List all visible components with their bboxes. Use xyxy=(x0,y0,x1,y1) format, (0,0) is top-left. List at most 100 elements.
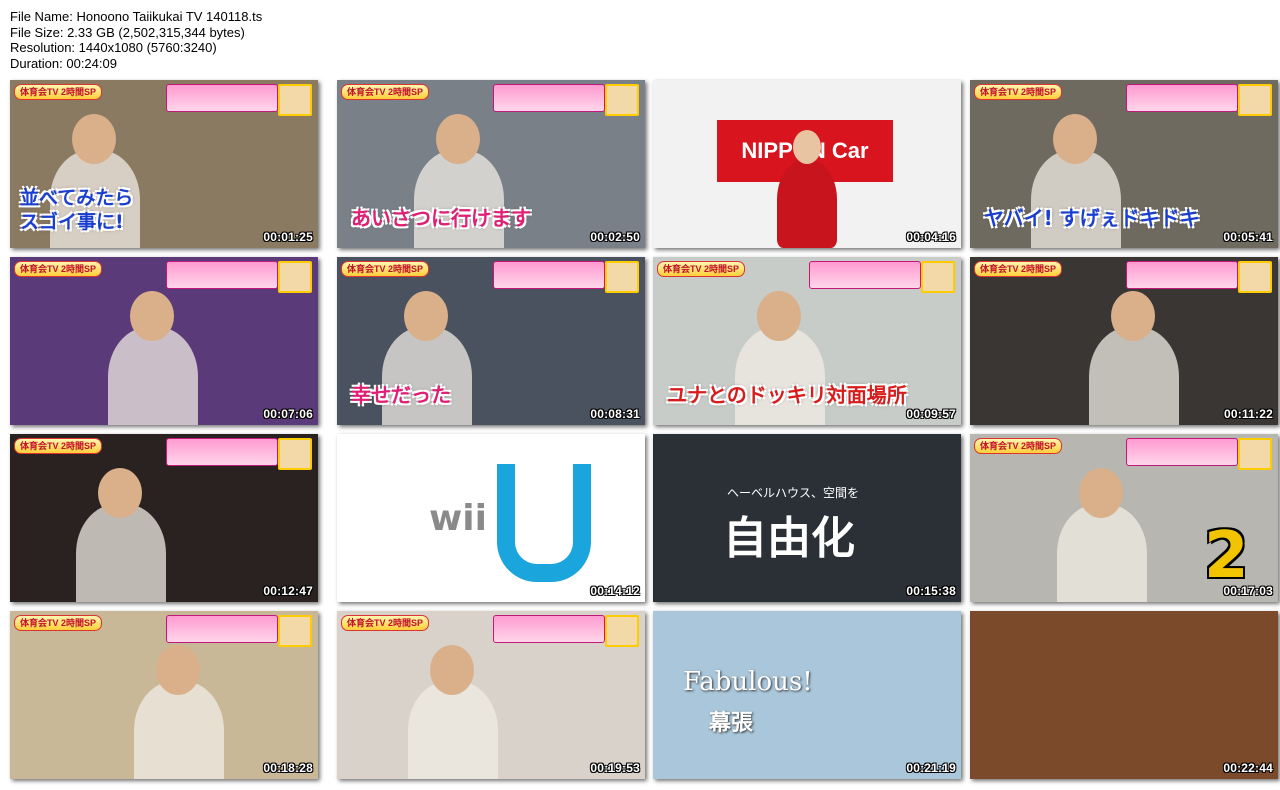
thumbnail-timestamp: 00:01:25 xyxy=(263,230,313,244)
video-thumbnail[interactable]: 体育会TV 2時間SP 00:07:06 xyxy=(10,257,318,425)
thumbnail-timestamp: 00:02:50 xyxy=(590,230,640,244)
program-title-card xyxy=(166,261,278,289)
video-thumbnail[interactable]: 体育会TV 2時間SP ユナとのドッキリ対面場所 00:09:57 xyxy=(653,257,961,425)
thumbnail-timestamp: 00:08:31 xyxy=(590,407,640,421)
wii-u-shape-icon xyxy=(497,464,591,582)
program-banner: 体育会TV 2時間SP xyxy=(14,438,103,454)
program-title-card xyxy=(809,261,921,289)
program-title-card xyxy=(493,615,605,643)
thumbnail-timestamp: 00:18:28 xyxy=(263,761,313,775)
subtitle-caption: ヤバイ! すげぇドキドキ xyxy=(984,206,1200,230)
program-banner: 体育会TV 2時間SP xyxy=(14,84,103,100)
thumbnail-timestamp: 00:19:53 xyxy=(590,761,640,775)
person-head xyxy=(436,114,480,164)
video-thumbnail[interactable]: 幕張 Fabulous! 00:21:19 xyxy=(653,611,961,779)
program-title-card xyxy=(1126,261,1238,289)
thumbnail-timestamp: 00:22:44 xyxy=(1223,761,1273,775)
person-head xyxy=(130,291,174,341)
wipe-face-inset xyxy=(605,261,639,293)
person-figure xyxy=(108,327,198,425)
video-thumbnail[interactable]: 00:22:44 xyxy=(970,611,1278,779)
thumbnail-timestamp: 00:14:12 xyxy=(590,584,640,598)
program-title-card xyxy=(1126,438,1238,466)
person-figure xyxy=(1057,504,1147,602)
video-thumbnail[interactable]: 体育会TV 2時間SP 00:11:22 xyxy=(970,257,1278,425)
wipe-face-inset xyxy=(1238,438,1272,470)
person-figure xyxy=(777,160,837,248)
program-banner: 体育会TV 2時間SP xyxy=(14,261,103,277)
person-figure xyxy=(414,150,504,248)
video-thumbnail[interactable]: 体育会TV 2時間SP 00:18:28 xyxy=(10,611,318,779)
person-figure xyxy=(382,327,472,425)
program-title-card xyxy=(166,84,278,112)
thumbnail-timestamp: 00:07:06 xyxy=(263,407,313,421)
person-figure xyxy=(134,681,224,779)
person-figure xyxy=(735,327,825,425)
video-thumbnail[interactable]: 体育会TV 2時間SP ヤバイ! すげぇドキドキ 00:05:41 xyxy=(970,80,1278,248)
video-thumbnail[interactable]: ヘーベルハウス、空間を自由化 00:15:38 xyxy=(653,434,961,602)
person-head xyxy=(1079,468,1123,518)
wii-u-logo: wii xyxy=(429,498,487,539)
program-title-card xyxy=(166,615,278,643)
person-figure xyxy=(1031,150,1121,248)
person-head xyxy=(1111,291,1155,341)
subtitle-caption: 2 xyxy=(1204,519,1249,593)
wipe-face-inset xyxy=(278,615,312,647)
program-banner: 体育会TV 2時間SP xyxy=(974,261,1063,277)
person-head xyxy=(156,645,200,695)
person-head xyxy=(793,130,821,164)
program-banner: 体育会TV 2時間SP xyxy=(14,615,103,631)
program-banner: 体育会TV 2時間SP xyxy=(974,438,1063,454)
program-title-card xyxy=(1126,84,1238,112)
ad-subcaption: ヘーベルハウス、空間を xyxy=(727,486,860,500)
wipe-face-inset xyxy=(278,261,312,293)
video-thumbnail[interactable]: 体育会TV 2時間SP 幸せだった 00:08:31 xyxy=(337,257,645,425)
person-figure xyxy=(76,504,166,602)
wipe-face-inset xyxy=(1238,84,1272,116)
ad-subcaption: 幕張 xyxy=(709,710,754,736)
program-banner: 体育会TV 2時間SP xyxy=(974,84,1063,100)
wipe-face-inset xyxy=(278,84,312,116)
thumbnail-timestamp: 00:11:22 xyxy=(1224,407,1273,421)
subtitle-caption: Fabulous! xyxy=(683,667,813,697)
thumbnail-grid: 体育会TV 2時間SP 並べてみたら スゴイ事に! 00:01:25 体育会TV 2時… xyxy=(0,0,1280,790)
subtitle-caption: ユナとのドッキリ対面場所 xyxy=(667,383,907,407)
person-head xyxy=(98,468,142,518)
thumbnail-timestamp: 00:05:41 xyxy=(1223,230,1273,244)
person-head xyxy=(430,645,474,695)
thumbnail-timestamp: 00:21:19 xyxy=(906,761,956,775)
subtitle-caption: あいさつに行けます xyxy=(351,206,531,230)
wipe-face-inset xyxy=(605,615,639,647)
person-head xyxy=(72,114,116,164)
video-thumbnail[interactable]: 体育会TV 2時間SP 00:19:53 xyxy=(337,611,645,779)
thumbnail-timestamp: 00:15:38 xyxy=(906,584,956,598)
thumbnail-timestamp: 00:12:47 xyxy=(263,584,313,598)
program-banner: 体育会TV 2時間SP xyxy=(341,84,430,100)
video-thumbnail[interactable]: NIPPON Car 00:04:16 xyxy=(653,80,961,248)
program-banner: 体育会TV 2時間SP xyxy=(657,261,746,277)
subtitle-caption: 自由化 xyxy=(723,513,855,564)
thumbnail-timestamp: 00:17:03 xyxy=(1223,584,1273,598)
subtitle-caption: 並べてみたら スゴイ事に! xyxy=(20,187,134,233)
person-head xyxy=(757,291,801,341)
wipe-face-inset xyxy=(921,261,955,293)
thumbnail-timestamp: 00:09:57 xyxy=(906,407,956,421)
person-figure xyxy=(1089,327,1179,425)
video-thumbnail[interactable]: 体育会TV 2時間SP あいさつに行けます 00:02:50 xyxy=(337,80,645,248)
program-banner: 体育会TV 2時間SP xyxy=(341,615,430,631)
person-head xyxy=(1053,114,1097,164)
thumbnail-timestamp: 00:04:16 xyxy=(906,230,956,244)
video-thumbnail[interactable]: wii 00:14:12 xyxy=(337,434,645,602)
video-thumbnail[interactable]: 体育会TV 2時間SP 2 00:17:03 xyxy=(970,434,1278,602)
program-title-card xyxy=(166,438,278,466)
subtitle-caption: 幸せだった xyxy=(351,383,451,407)
person-figure xyxy=(408,681,498,779)
person-head xyxy=(404,291,448,341)
program-title-card xyxy=(493,261,605,289)
video-thumbnail[interactable]: 体育会TV 2時間SP 並べてみたら スゴイ事に! 00:01:25 xyxy=(10,80,318,248)
video-thumbnail[interactable]: 体育会TV 2時間SP 00:12:47 xyxy=(10,434,318,602)
program-banner: 体育会TV 2時間SP xyxy=(341,261,430,277)
wipe-face-inset xyxy=(278,438,312,470)
wipe-face-inset xyxy=(605,84,639,116)
wipe-face-inset xyxy=(1238,261,1272,293)
